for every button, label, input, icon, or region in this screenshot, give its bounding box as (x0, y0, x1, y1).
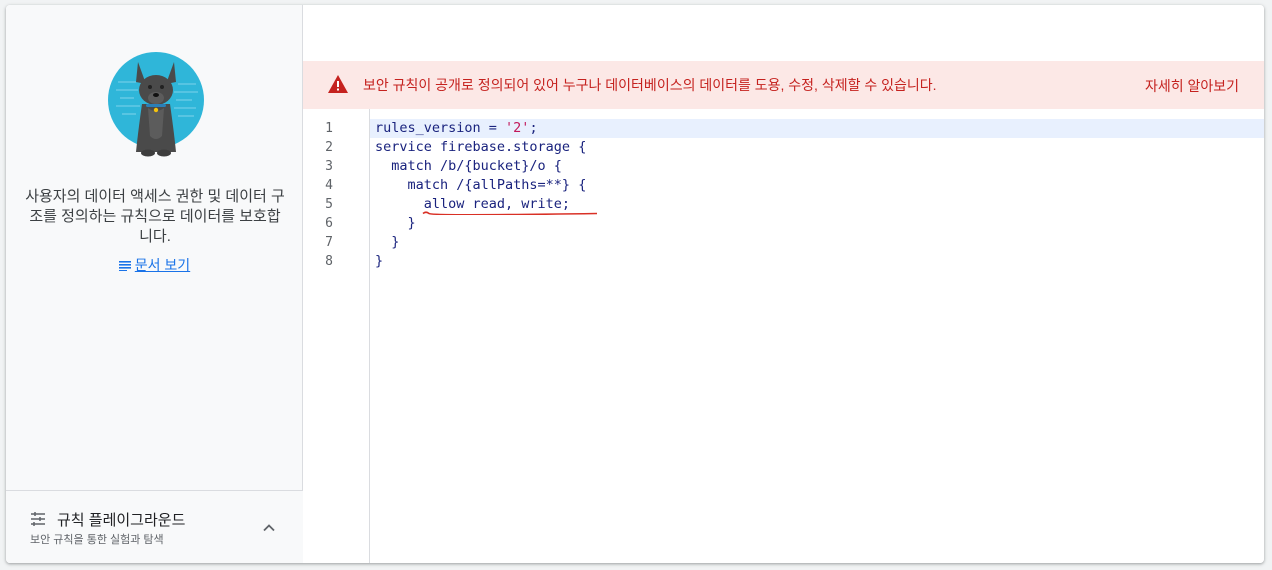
error-underline (422, 211, 598, 215)
code-line[interactable]: service firebase.storage { (370, 138, 1264, 157)
rules-card: 사용자의 데이터 액세스 권한 및 데이터 구조를 정의하는 규칙으로 데이터를… (6, 5, 1264, 563)
line-number: 7 (325, 235, 333, 250)
code-text: rules_version = (375, 120, 506, 136)
line-number: 5 (325, 197, 333, 212)
code-text: service firebase.storage { (375, 139, 587, 155)
dog-mascot-illustration (108, 52, 204, 157)
line-number: 3 (325, 159, 333, 174)
learn-more-link[interactable]: 자세히 알아보기 (1145, 76, 1239, 96)
view-docs-link[interactable]: 문서 보기 (6, 255, 303, 275)
playground-subtitle: 보안 규칙을 통한 실험과 탐색 (30, 534, 164, 546)
warning-message: 보안 규칙이 공개로 정의되어 있어 누구나 데이터베이스의 데이터를 도용, … (363, 77, 937, 93)
notes-icon (118, 258, 131, 274)
line-number: 2 (325, 140, 333, 155)
playground-title: 규칙 플레이그라운드 (57, 512, 186, 529)
editor-panel: 보안 규칙이 공개로 정의되어 있어 누구나 데이터베이스의 데이터를 도용, … (303, 5, 1264, 563)
rules-playground-toggle[interactable]: 규칙 플레이그라운드 보안 규칙을 통한 실험과 탐색 (6, 490, 303, 563)
code-line[interactable]: match /{allPaths=**} { (370, 176, 1264, 195)
code-line[interactable]: } (370, 214, 1264, 233)
line-number-gutter: 1 2 3 4 5 6 7 8 (303, 109, 370, 563)
code-text: match /{allPaths=**} { (375, 177, 587, 193)
left-panel: 사용자의 데이터 액세스 권한 및 데이터 구조를 정의하는 규칙으로 데이터를… (6, 5, 303, 563)
line-number: 6 (325, 216, 333, 231)
code-text: ; (529, 120, 538, 136)
code-string: '2' (505, 120, 530, 136)
security-warning-banner: 보안 규칙이 공개로 정의되어 있어 누구나 데이터베이스의 데이터를 도용, … (303, 61, 1264, 109)
code-line[interactable]: } (370, 252, 1264, 271)
code-line[interactable]: rules_version = '2'; (370, 119, 1264, 138)
line-number: 4 (325, 178, 333, 193)
code-text: } (375, 253, 384, 269)
line-number: 8 (325, 254, 333, 269)
rules-code-editor[interactable]: 1 2 3 4 5 6 7 8 rules_version = '2'; ser… (303, 109, 1264, 563)
view-docs-label: 문서 보기 (134, 257, 191, 273)
code-line[interactable]: match /b/{bucket}/o { (370, 157, 1264, 176)
code-text: allow read, write; (375, 196, 571, 212)
code-text: } (375, 234, 400, 250)
code-line[interactable]: } (370, 233, 1264, 252)
warning-icon (327, 74, 349, 99)
tune-icon (30, 511, 46, 532)
code-text: match /b/{bucket}/o { (375, 158, 562, 174)
chevron-up-icon[interactable] (262, 519, 276, 537)
code-area[interactable]: rules_version = '2'; service firebase.st… (370, 109, 1264, 563)
code-text: } (375, 215, 416, 231)
line-number: 1 (325, 121, 333, 136)
left-description: 사용자의 데이터 액세스 권한 및 데이터 구조를 정의하는 규칙으로 데이터를… (25, 188, 285, 245)
